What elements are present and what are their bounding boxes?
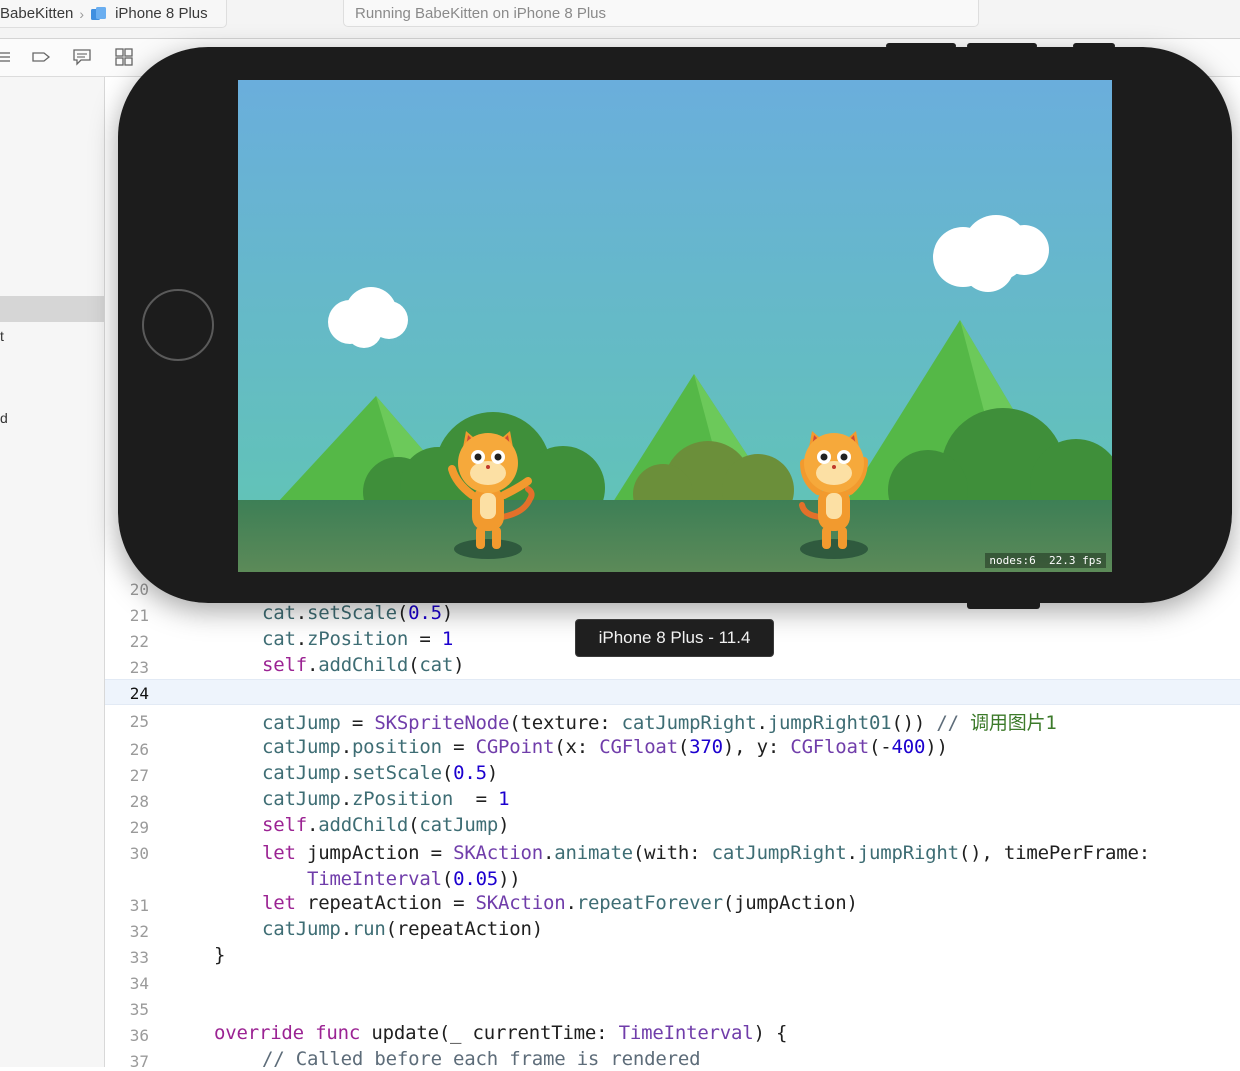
line-number: 29 [129, 818, 149, 837]
code-line-wrapped[interactable]: let jumpAction = SKAction.animate(with: … [262, 840, 1222, 892]
line-number: 32 [129, 922, 149, 941]
code-line[interactable]: override func update(_ currentTime: Time… [214, 1022, 787, 1044]
code-line[interactable]: } [214, 944, 225, 966]
activity-viewer: Running BabeKitten on iPhone 8 Plus [343, 0, 979, 27]
line-number: 35 [129, 1000, 149, 1019]
line-number: 31 [129, 896, 149, 915]
line-number: 26 [129, 740, 149, 759]
current-line-highlight [105, 679, 1240, 705]
simulator-screen[interactable]: nodes:6 22.3 fps [238, 80, 1112, 572]
code-line[interactable]: let repeatAction = SKAction.repeatForeve… [262, 892, 858, 914]
comment-icon[interactable] [72, 47, 92, 67]
navigator-item-label[interactable]: d [0, 410, 8, 426]
navigator-selected-row[interactable] [0, 296, 104, 322]
line-number: 22 [129, 632, 149, 651]
line-number: 37 [129, 1052, 149, 1071]
chevron-right-icon: › [79, 5, 85, 22]
navigator-item-label[interactable]: t [0, 328, 4, 344]
project-navigator [0, 77, 105, 1067]
activity-status: Running BabeKitten on iPhone 8 Plus [355, 4, 607, 22]
line-number: 28 [129, 792, 149, 811]
list-icon[interactable] [0, 47, 20, 67]
spritekit-stats-overlay: nodes:6 22.3 fps [985, 553, 1106, 568]
code-line[interactable]: self.addChild(cat) [262, 654, 465, 676]
tag-icon[interactable] [31, 47, 51, 67]
code-line[interactable]: catJump.zPosition = 1 [262, 788, 510, 810]
game-scene [238, 80, 1112, 572]
line-number: 20 [129, 580, 149, 599]
grid-icon[interactable] [114, 47, 134, 67]
code-line[interactable]: catJump = SKSpriteNode(texture: catJumpR… [262, 708, 1057, 735]
scheme-name[interactable]: BabeKitten [0, 5, 73, 22]
code-line[interactable]: cat.setScale(0.5) [262, 602, 453, 624]
home-button[interactable] [142, 289, 214, 361]
line-number: 34 [129, 974, 149, 993]
code-line[interactable]: catJump.setScale(0.5) [262, 762, 498, 784]
code-line[interactable]: catJump.position = CGPoint(x: CGFloat(37… [262, 736, 948, 758]
line-number: 36 [129, 1026, 149, 1045]
ground [238, 500, 1112, 572]
device-name[interactable]: iPhone 8 Plus [115, 5, 208, 22]
simulator-tooltip: iPhone 8 Plus - 11.4 [575, 619, 774, 657]
line-number: 33 [129, 948, 149, 967]
line-number-current: 24 [129, 684, 149, 703]
line-number: 25 [129, 712, 149, 731]
device-icon [90, 6, 108, 21]
scheme-selector[interactable]: BabeKitten › iPhone 8 Plus [0, 0, 227, 28]
line-number: 27 [129, 766, 149, 785]
code-line[interactable]: cat.zPosition = 1 [262, 628, 453, 650]
line-number: 23 [129, 658, 149, 677]
line-number: 30 [129, 844, 149, 863]
code-line[interactable]: self.addChild(catJump) [262, 814, 510, 836]
line-number: 21 [129, 606, 149, 625]
code-line[interactable]: catJump.run(repeatAction) [262, 918, 543, 940]
